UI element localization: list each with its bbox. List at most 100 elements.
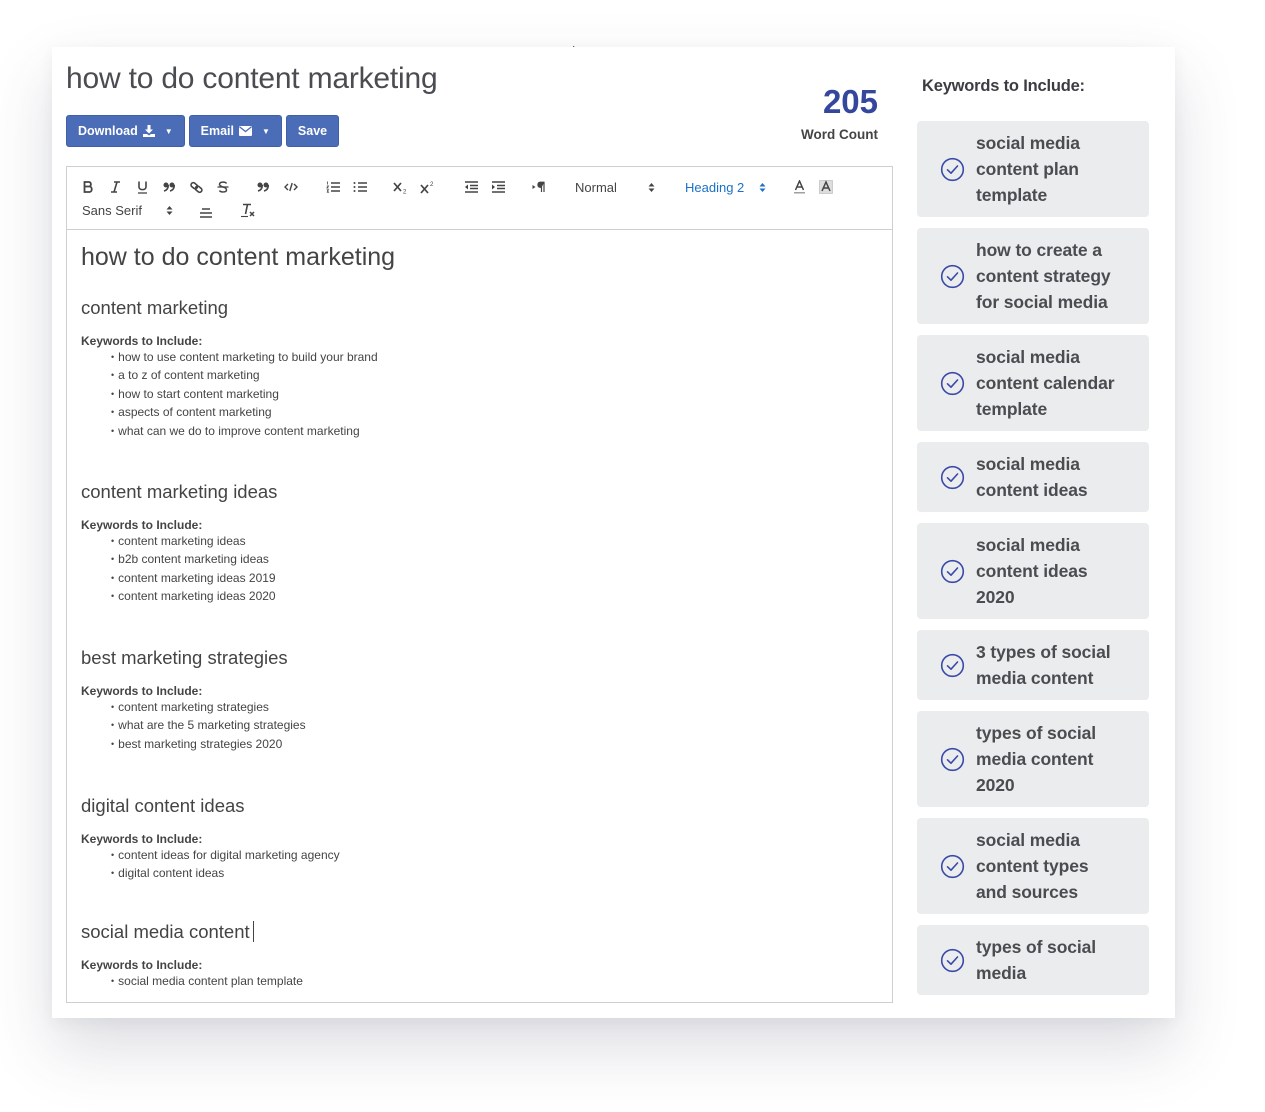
keyword-card-line: content types: [976, 856, 1089, 876]
editor-toolbar: 2 2 Normal Heading 2 Sans Serif: [67, 167, 892, 230]
strikethrough-button[interactable]: [216, 178, 230, 196]
section-heading: content marketing: [81, 297, 229, 318]
font-select-value: Sans Serif: [82, 202, 142, 218]
keyword-card-text: social media content types and sources: [976, 827, 1139, 905]
keyword-card-text: social media content ideas: [976, 451, 1139, 503]
check-circle-icon: [940, 948, 965, 972]
editor-content[interactable]: how to do content marketing content mark…: [67, 230, 892, 1001]
keyword-card-line: content ideas: [976, 561, 1088, 581]
quote-icon: [257, 182, 269, 192]
bullet-list-button[interactable]: [352, 178, 368, 196]
keywords-label: Keywords to Include:: [81, 832, 203, 846]
keywords-label: Keywords to Include:: [81, 334, 203, 348]
keyword-item: content marketing ideas: [111, 533, 878, 551]
keyword-card-line: social media: [976, 133, 1080, 153]
superscript-icon: 2: [420, 182, 434, 194]
keyword-item: how to start content marketing: [111, 386, 878, 404]
underline-button[interactable]: [135, 178, 149, 196]
align-button[interactable]: [198, 204, 214, 222]
keyword-card-line: for social media: [976, 292, 1108, 312]
bullet-list-icon: [353, 182, 367, 192]
size-select[interactable]: Normal: [575, 178, 665, 196]
keyword-item: content ideas for digital marketing agen…: [111, 847, 878, 865]
keyword-item: content marketing ideas 2020: [111, 588, 878, 606]
text-cursor: [252, 921, 255, 942]
strikethrough-icon: [217, 181, 229, 193]
subscript-button[interactable]: 2: [393, 178, 409, 196]
keyword-card-line: types of social: [976, 937, 1097, 957]
bold-button[interactable]: [81, 178, 95, 196]
check-circle-icon: [940, 371, 965, 395]
font-color-icon: [793, 180, 805, 194]
check-circle-icon: [940, 747, 965, 771]
keyword-card[interactable]: how to create a content strategy for socia…: [917, 228, 1149, 324]
keyword-card-text: social media content plan template: [976, 130, 1139, 208]
keyword-card[interactable]: types of social media: [917, 925, 1149, 995]
keyword-card[interactable]: social media content ideas 2020: [917, 523, 1149, 619]
blockquote-button[interactable]: [162, 178, 176, 196]
bold-icon: [83, 181, 93, 193]
chevron-down-icon: ▼: [164, 126, 173, 136]
keyword-card[interactable]: 3 types of social media content: [917, 630, 1149, 700]
action-buttons: Download ▼ Email ▼ Save: [66, 115, 340, 147]
keyword-card[interactable]: types of social media content 2020: [917, 711, 1149, 807]
blockquote-icon: [163, 182, 175, 192]
text-direction-button[interactable]: [531, 178, 547, 196]
svg-text:2: 2: [430, 182, 434, 188]
keyword-item: social media content plan template: [111, 973, 878, 991]
page-title: how to do content marketing: [66, 62, 438, 95]
link-icon: [189, 181, 203, 193]
keyword-card-line: types of social: [976, 723, 1097, 743]
keyword-list: content ideas for digital marketing agen…: [81, 847, 878, 884]
code-button[interactable]: [283, 178, 299, 196]
keyword-item: what can we do to improve content market…: [111, 423, 878, 441]
keyword-card-line: 2020: [976, 775, 1015, 795]
keywords-label: Keywords to Include:: [81, 958, 203, 972]
font-color-button[interactable]: [791, 178, 807, 196]
check-circle-icon: [940, 157, 965, 181]
ordered-list-button[interactable]: [325, 178, 341, 196]
keyword-card-line: content plan: [976, 159, 1079, 179]
envelope-icon: [239, 126, 252, 136]
keyword-card-line: content calendar: [976, 373, 1115, 393]
select-arrows-icon: [648, 182, 655, 192]
keyword-card-text: 3 types of social media content: [976, 639, 1139, 691]
keywords-sidebar: Keywords to Include: social media content…: [917, 77, 1149, 995]
sidebar-title: Keywords to Include:: [922, 77, 1085, 95]
keyword-card-line: media content: [976, 749, 1094, 769]
editor-heading: how to do content marketing: [81, 243, 396, 271]
keyword-card[interactable]: social media content calendar template: [917, 335, 1149, 431]
check-circle-icon: [940, 653, 965, 677]
align-icon: [200, 208, 212, 218]
keyword-list: content marketing ideas b2b content mark…: [81, 533, 878, 607]
email-button[interactable]: Email ▼: [188, 115, 282, 147]
editor-section: content marketing ideas Keywords to Incl…: [81, 480, 878, 646]
keyword-card-line: template: [976, 399, 1048, 419]
link-button[interactable]: [189, 178, 203, 196]
keyword-card[interactable]: social media content plan template: [917, 121, 1149, 217]
superscript-button[interactable]: 2: [420, 178, 436, 196]
save-button[interactable]: Save: [285, 115, 340, 147]
editor-section: digital content ideas Keywords to Includ…: [81, 794, 878, 920]
indent-button[interactable]: [490, 178, 506, 196]
underline-icon: [137, 181, 147, 194]
header-select[interactable]: Heading 2: [685, 178, 775, 196]
keyword-card-text: types of social media: [976, 934, 1139, 986]
keyword-card[interactable]: social media content ideas: [917, 442, 1149, 512]
download-button[interactable]: Download ▼: [66, 115, 185, 147]
outdent-button[interactable]: [463, 178, 479, 196]
size-select-value: Normal: [575, 179, 617, 195]
keyword-card-text: types of social media content 2020: [976, 720, 1139, 798]
italic-button[interactable]: [108, 178, 122, 196]
background-color-button[interactable]: [818, 178, 834, 196]
keyword-card[interactable]: social media content types and sources: [917, 818, 1149, 914]
check-circle-icon: [940, 465, 965, 489]
keyword-card-line: 2020: [976, 587, 1015, 607]
email-label: Email: [200, 124, 234, 138]
keyword-item: content marketing strategies: [111, 699, 878, 717]
keyword-card-line: and sources: [976, 882, 1078, 902]
keyword-card-line: social media: [976, 535, 1080, 555]
clear-formatting-button[interactable]: [240, 201, 256, 219]
quote-button[interactable]: [256, 178, 270, 196]
font-select[interactable]: Sans Serif: [82, 201, 182, 219]
